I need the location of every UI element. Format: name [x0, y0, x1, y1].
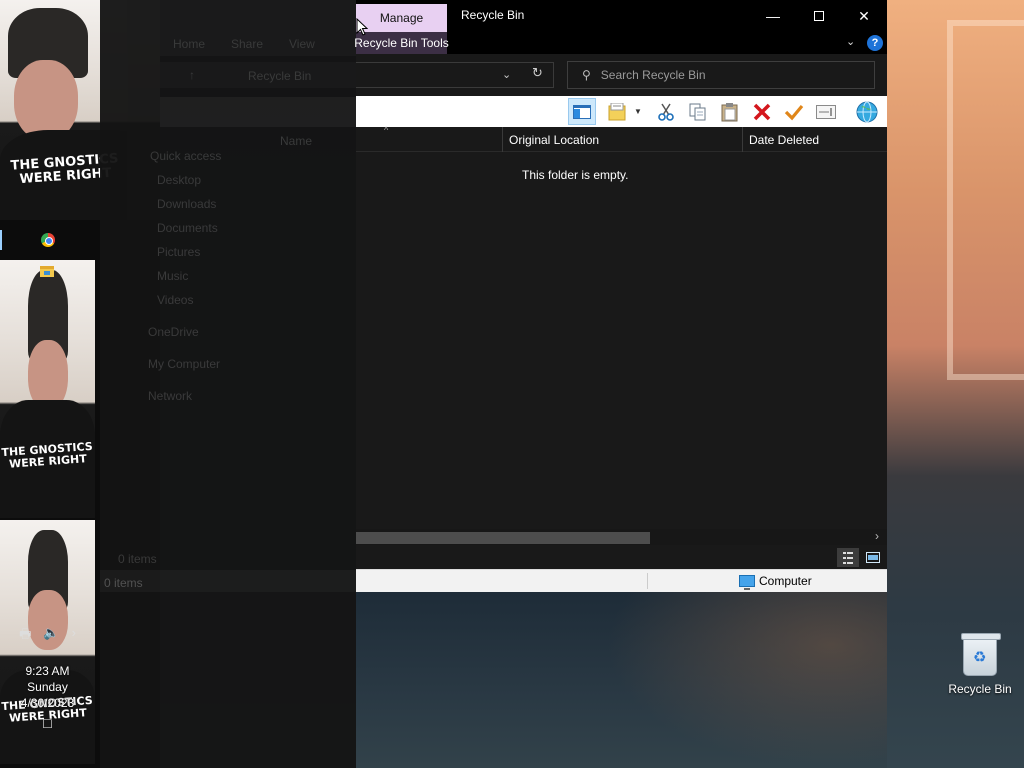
details-view-icon: [843, 551, 853, 564]
title-bar[interactable]: Manage Recycle Bin — ✕: [356, 0, 887, 32]
help-icon[interactable]: ?: [867, 35, 883, 51]
faded-items-count: 0 items: [118, 552, 157, 566]
status-zone: Computer: [739, 574, 812, 590]
restore-button[interactable]: [780, 98, 808, 125]
desktop-icon-label: Recycle Bin: [948, 682, 1012, 696]
volume-icon[interactable]: 🔈: [43, 625, 59, 647]
column-header-name[interactable]: Name: [280, 134, 312, 148]
large-icons-view-button[interactable]: [863, 548, 883, 567]
rename-icon: [816, 104, 836, 119]
paste-button[interactable]: [716, 98, 744, 125]
paste-icon: [721, 102, 738, 121]
minimize-button[interactable]: —: [750, 0, 796, 32]
cut-button[interactable]: [652, 98, 680, 125]
view-toggle-bar: [356, 545, 887, 569]
dropdown-arrow-icon: ▼: [634, 107, 642, 116]
globe-icon: [856, 101, 878, 122]
clock-time: 9:23 AM: [25, 664, 70, 678]
preview-pane-button[interactable]: [568, 98, 596, 125]
column-header-original-location[interactable]: Original Location: [509, 133, 599, 147]
delete-button[interactable]: [748, 98, 776, 125]
desktop-recycle-bin[interactable]: ♻ Recycle Bin: [944, 633, 1016, 696]
address-text[interactable]: Recycle Bin: [248, 69, 311, 83]
scrollbar-thumb[interactable]: [356, 532, 650, 544]
nav-item-quick-access[interactable]: Quick access: [150, 149, 221, 163]
nav-item-downloads[interactable]: Downloads: [157, 197, 216, 211]
column-header-date-deleted[interactable]: Date Deleted: [749, 133, 819, 147]
network-icon[interactable]: 🖶: [19, 625, 31, 647]
ribbon-tab-view[interactable]: View: [289, 37, 315, 51]
close-icon: ✕: [858, 7, 870, 24]
column-headers: ^ Original Location Date Deleted: [356, 125, 887, 152]
clock-date: 4/30/2023: [20, 696, 75, 710]
layout-pane-icon: [573, 104, 591, 119]
ribbon-tab-bar: Recycle Bin Tools ⌄ ?: [354, 32, 887, 54]
webcam-overlay-2: THE GNOSTICS WERE RIGHT: [0, 260, 95, 518]
search-icon: ⚲: [582, 68, 591, 82]
quick-toolbar: ▼: [356, 96, 887, 127]
delete-icon: [753, 103, 771, 120]
chevron-right-icon[interactable]: ›: [72, 625, 76, 647]
details-view-button[interactable]: [837, 548, 859, 567]
refresh-icon[interactable]: ↻: [532, 65, 543, 81]
nav-item-network[interactable]: Network: [148, 389, 192, 403]
nav-item-onedrive[interactable]: OneDrive: [148, 325, 199, 339]
properties-button[interactable]: [604, 98, 632, 125]
desktop-wallpaper-bottom: [356, 592, 887, 768]
properties-icon: [608, 102, 626, 120]
taskbar-explorer-button[interactable]: [36, 262, 58, 280]
chevron-down-icon[interactable]: ⌄: [502, 68, 511, 81]
status-items-count: 0 items: [104, 576, 143, 590]
chrome-icon: [40, 233, 55, 247]
status-zone-label: Computer: [759, 574, 812, 588]
sort-up-icon: ^: [384, 125, 389, 135]
tab-manage[interactable]: Manage: [356, 4, 447, 32]
expand-ribbon-chevron-icon[interactable]: ⌄: [846, 35, 855, 48]
tab-recycle-bin-tools[interactable]: Recycle Bin Tools: [354, 32, 449, 54]
copy-button[interactable]: [684, 98, 712, 125]
window-title: Recycle Bin: [461, 8, 525, 22]
folder-icon: [40, 265, 54, 277]
rename-button[interactable]: [812, 98, 840, 125]
notification-icon[interactable]: □: [0, 715, 95, 731]
address-bar[interactable]: [356, 62, 554, 88]
nav-item-documents[interactable]: Documents: [157, 221, 218, 235]
large-icons-view-icon: [866, 552, 880, 563]
nav-item-my-computer[interactable]: My Computer: [148, 357, 220, 371]
ribbon-tab-share[interactable]: Share: [231, 37, 263, 51]
up-arrow-icon[interactable]: ↑: [189, 68, 195, 82]
nav-item-desktop[interactable]: Desktop: [157, 173, 201, 187]
clock-day: Sunday: [27, 680, 68, 694]
cut-icon: [658, 103, 674, 121]
mouse-cursor-icon: [356, 18, 368, 36]
taskbar-chrome-button[interactable]: [0, 228, 95, 252]
system-tray: 🖶 🔈 › 9:23 AM Sunday 4/30/2023 □: [0, 625, 95, 731]
maximize-button[interactable]: [796, 0, 842, 32]
navigation-bar: ⌄ ↻ ⚲: [356, 54, 887, 96]
checkmark-icon: [784, 104, 804, 120]
copy-icon: [689, 103, 706, 120]
explorer-window: Manage Recycle Bin — ✕ Recycle Bin Tools…: [354, 0, 887, 592]
maximize-icon: [814, 11, 824, 21]
properties-dropdown[interactable]: ▼: [631, 98, 645, 125]
minimize-icon: —: [766, 8, 780, 24]
clock[interactable]: 9:23 AM Sunday 4/30/2023: [0, 663, 95, 711]
nav-item-music[interactable]: Music: [157, 269, 188, 283]
search-box[interactable]: ⚲: [567, 61, 875, 89]
search-input[interactable]: [600, 68, 851, 82]
explorer-faded-region: Home Share View ↑ Recycle Bin Name Quick…: [100, 0, 356, 768]
empty-folder-message: This folder is empty.: [522, 168, 629, 182]
ribbon-tab-home[interactable]: Home: [173, 37, 205, 51]
recycle-bin-icon: ♻: [961, 633, 1001, 676]
close-button[interactable]: ✕: [841, 0, 887, 32]
status-bar: Computer: [356, 569, 887, 592]
globe-button[interactable]: [853, 98, 881, 125]
computer-icon: [739, 575, 755, 590]
horizontal-scrollbar[interactable]: ›: [356, 529, 887, 545]
nav-item-videos[interactable]: Videos: [157, 293, 193, 307]
scroll-right-chevron-icon[interactable]: ›: [875, 529, 879, 543]
nav-item-pictures[interactable]: Pictures: [157, 245, 200, 259]
